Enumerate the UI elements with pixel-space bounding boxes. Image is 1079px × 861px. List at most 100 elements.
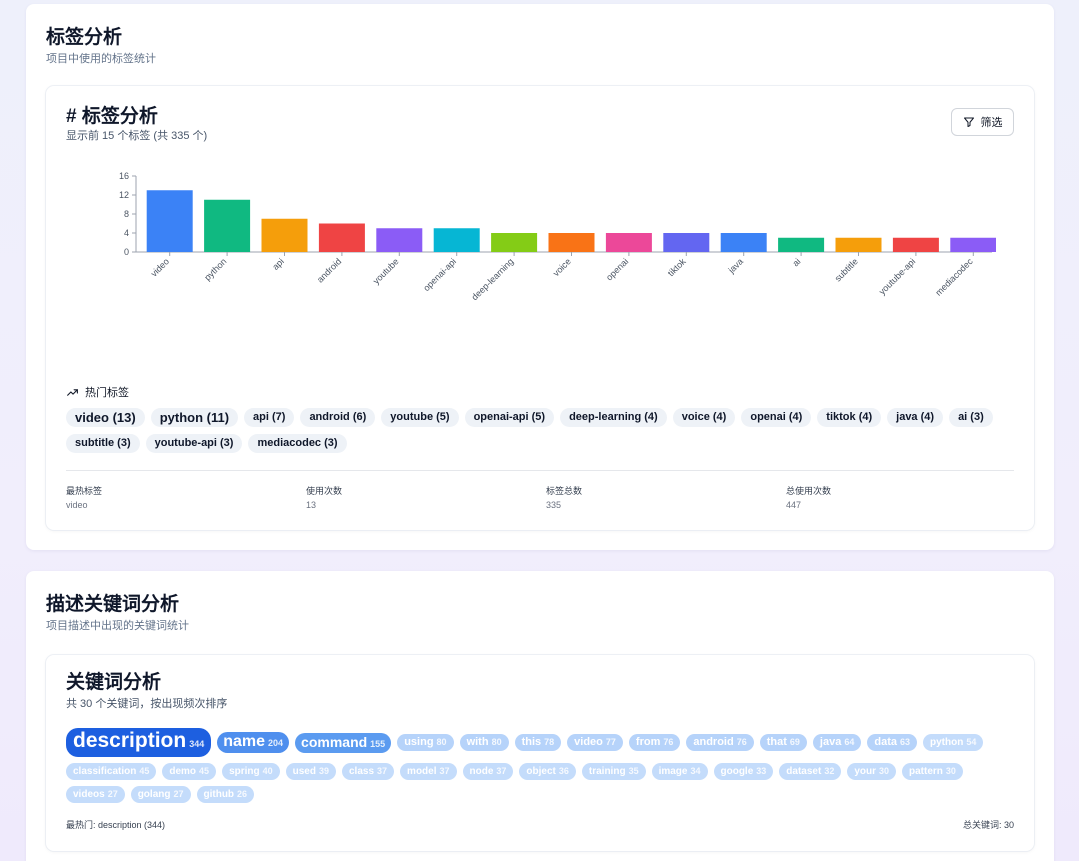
bar-subtitle[interactable] bbox=[835, 237, 882, 252]
keyword-count: 39 bbox=[318, 766, 329, 776]
keyword-count: 36 bbox=[558, 766, 569, 776]
stat-value: 447 bbox=[786, 500, 802, 510]
keyword-chip[interactable]: used 39 bbox=[285, 763, 336, 780]
keyword-chip[interactable]: name 204 bbox=[217, 732, 290, 753]
bar-api[interactable] bbox=[261, 218, 308, 252]
bar-youtube[interactable] bbox=[376, 228, 423, 252]
hot-tag-chip[interactable]: java (4) bbox=[887, 408, 944, 427]
keyword-chip[interactable]: android 76 bbox=[686, 734, 754, 751]
hot-tag-chip[interactable]: android (6) bbox=[300, 408, 376, 427]
hot-tag-chip[interactable]: deep-learning (4) bbox=[560, 408, 667, 427]
keyword-chip[interactable]: google 33 bbox=[713, 763, 774, 780]
x-tick-label: python bbox=[202, 256, 228, 282]
keyword-count: 78 bbox=[544, 737, 555, 747]
y-tick-label: 4 bbox=[124, 228, 129, 238]
keyword-chip[interactable]: that 69 bbox=[759, 734, 807, 751]
bar-tiktok[interactable] bbox=[663, 233, 710, 252]
keyword-word: using bbox=[404, 736, 434, 748]
keywords-section-title: 描述关键词分析 bbox=[46, 594, 180, 615]
keyword-word: github bbox=[203, 789, 235, 800]
keyword-count: 69 bbox=[789, 737, 800, 747]
keyword-count: 30 bbox=[879, 766, 890, 776]
hot-tag-chip[interactable]: youtube (5) bbox=[381, 408, 459, 427]
hot-tag-chip[interactable]: ai (3) bbox=[949, 408, 993, 427]
keyword-chip[interactable]: classification 45 bbox=[66, 763, 157, 780]
hot-tag-chip[interactable]: api (7) bbox=[244, 408, 295, 427]
tags-section-title: 标签分析 bbox=[46, 27, 123, 48]
keyword-word: name bbox=[223, 733, 266, 750]
hot-tag-chip[interactable]: youtube-api (3) bbox=[145, 434, 243, 453]
filter-icon bbox=[963, 117, 974, 127]
bar-mediacodec[interactable] bbox=[950, 237, 996, 252]
hot-tag-chip[interactable]: mediacodec (3) bbox=[248, 434, 347, 453]
keyword-word: dataset bbox=[786, 766, 822, 777]
keyword-chip[interactable]: training 35 bbox=[581, 763, 646, 780]
x-tick-label: java bbox=[726, 256, 745, 275]
keyword-chip[interactable]: object 36 bbox=[519, 763, 576, 780]
keyword-word: node bbox=[469, 766, 494, 777]
hot-tag-chip[interactable]: python (11) bbox=[150, 408, 239, 427]
hot-tag-chip[interactable]: openai (4) bbox=[741, 408, 812, 427]
keyword-cloud: description 344 name 204 command 155 using 80 wi… bbox=[66, 728, 1016, 803]
bar-video[interactable] bbox=[146, 190, 193, 252]
keyword-chip[interactable]: with 80 bbox=[459, 734, 509, 751]
bar-java[interactable] bbox=[720, 233, 767, 252]
keyword-chip[interactable]: this 78 bbox=[514, 734, 562, 751]
keyword-chip[interactable]: video 77 bbox=[567, 734, 623, 751]
keyword-chip[interactable]: description 344 bbox=[66, 728, 212, 757]
x-tick-label: ai bbox=[790, 256, 802, 268]
keyword-count: 37 bbox=[496, 766, 507, 776]
keyword-chip[interactable]: node 37 bbox=[462, 763, 514, 780]
divider bbox=[66, 470, 1014, 471]
keyword-count: 80 bbox=[436, 737, 447, 747]
tags-card-subtitle: 显示前 15 个标签 (共 335 个) bbox=[66, 130, 208, 142]
hot-tag-chip[interactable]: tiktok (4) bbox=[817, 408, 882, 427]
bar-python[interactable] bbox=[204, 199, 251, 252]
keyword-chip[interactable]: model 37 bbox=[400, 763, 457, 780]
keyword-count: 26 bbox=[237, 789, 248, 799]
hot-tags-header: 热门标签 bbox=[66, 384, 129, 400]
x-tick-label: youtube-api bbox=[877, 256, 917, 296]
keyword-chip[interactable]: spring 40 bbox=[222, 763, 280, 780]
hot-tag-chip[interactable]: voice (4) bbox=[672, 408, 736, 427]
bar-deep-learning[interactable] bbox=[491, 233, 538, 252]
keyword-chip[interactable]: videos 27 bbox=[66, 786, 125, 803]
keywords-card-subtitle: 共 30 个关键词，按出现频次排序 bbox=[66, 698, 228, 710]
keyword-chip[interactable]: dataset 32 bbox=[779, 763, 842, 780]
bar-openai[interactable] bbox=[605, 233, 652, 252]
keyword-word: your bbox=[854, 766, 876, 777]
y-tick-label: 8 bbox=[124, 209, 129, 219]
keyword-word: android bbox=[693, 736, 734, 748]
keyword-chip[interactable]: java 64 bbox=[812, 734, 862, 751]
keyword-chip[interactable]: demo 45 bbox=[162, 763, 217, 780]
keyword-chip[interactable]: image 34 bbox=[651, 763, 708, 780]
keyword-count: 45 bbox=[139, 766, 150, 776]
keyword-chip[interactable]: github 26 bbox=[196, 786, 255, 803]
keyword-count: 40 bbox=[262, 766, 273, 776]
bar-youtube-api[interactable] bbox=[892, 237, 939, 252]
bar-voice[interactable] bbox=[548, 233, 595, 252]
keyword-chip[interactable]: from 76 bbox=[628, 734, 681, 751]
hot-tag-chip[interactable]: openai-api (5) bbox=[464, 408, 555, 427]
filter-button[interactable]: 筛选 bbox=[951, 108, 1014, 136]
hot-tag-chip[interactable]: video (13) bbox=[66, 408, 145, 427]
keyword-chip[interactable]: data 63 bbox=[867, 734, 917, 751]
keyword-word: spring bbox=[229, 766, 260, 777]
keyword-chip[interactable]: golang 27 bbox=[130, 786, 191, 803]
keyword-chip[interactable]: class 37 bbox=[342, 763, 395, 780]
keywords-section: 描述关键词分析 项目描述中出现的关键词统计 关键词分析 共 30 个关键词，按出… bbox=[26, 571, 1054, 861]
bar-android[interactable] bbox=[318, 223, 365, 253]
tags-card: # 标签分析 显示前 15 个标签 (共 335 个) 筛选 0 4 8 12 16 vi… bbox=[46, 86, 1034, 530]
keyword-chip[interactable]: pattern 30 bbox=[902, 763, 963, 780]
y-tick-label: 12 bbox=[119, 190, 129, 200]
bar-ai[interactable] bbox=[778, 237, 825, 252]
bar-openai-api[interactable] bbox=[433, 228, 480, 252]
keyword-chip[interactable]: your 30 bbox=[847, 763, 897, 780]
keyword-chip[interactable]: python 54 bbox=[923, 734, 984, 751]
keyword-count: 54 bbox=[966, 737, 977, 747]
trending-up-icon bbox=[67, 388, 78, 396]
hot-tag-chip[interactable]: subtitle (3) bbox=[66, 434, 140, 453]
keyword-chip[interactable]: command 155 bbox=[295, 732, 392, 753]
keyword-chip[interactable]: using 80 bbox=[397, 734, 454, 751]
stat-total-usage: 总使用次数 447 bbox=[786, 484, 1026, 510]
